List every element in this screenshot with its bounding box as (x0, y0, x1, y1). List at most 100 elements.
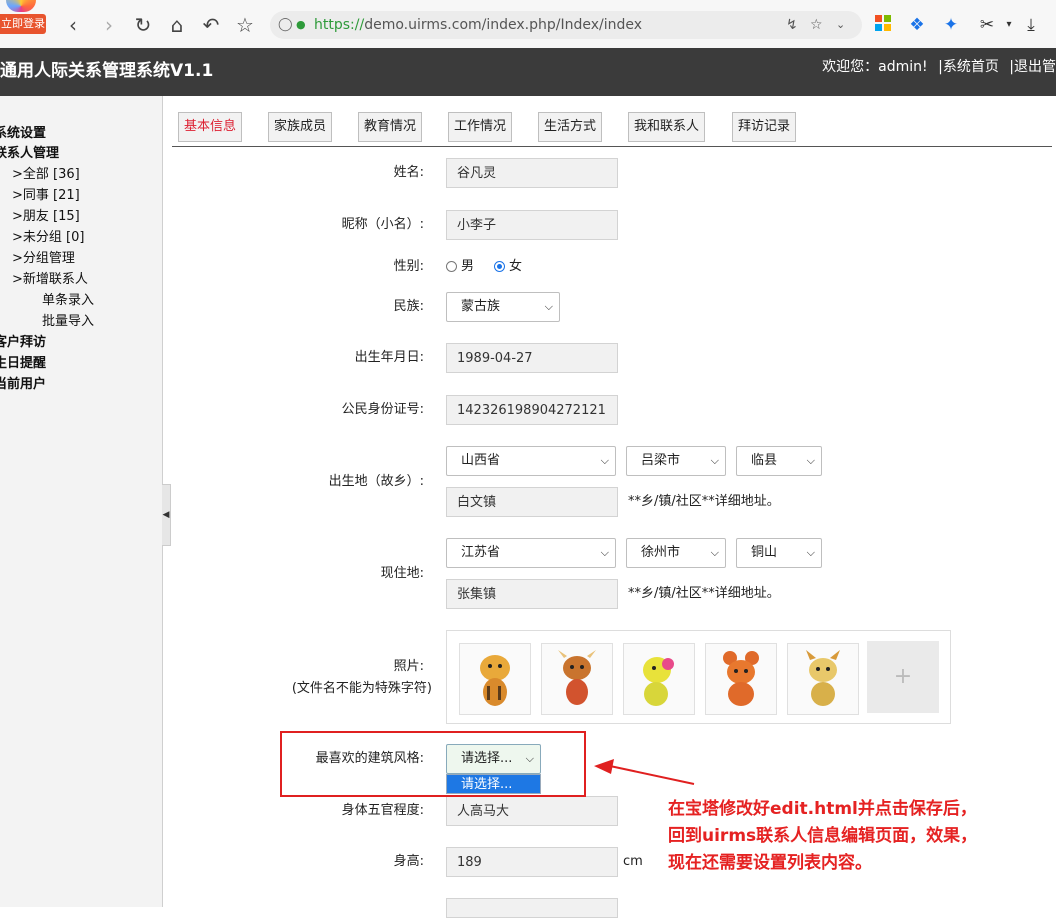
photo-gallery: + (446, 630, 951, 724)
ethnic-label: 民族: (393, 299, 424, 314)
sidebar-item-system-settings[interactable]: 系统设置 (0, 124, 46, 144)
birth-province-select[interactable]: 山西省 ⌵ (446, 446, 616, 476)
nickname-label: 昵称（小名）: (341, 217, 424, 232)
reload-icon[interactable]: ↻ (130, 12, 156, 38)
name-field[interactable]: 谷凡灵 (446, 158, 618, 188)
favorite-star-icon[interactable]: ☆ (232, 12, 258, 38)
height-unit: cm (623, 854, 643, 869)
birthday-label: 出生年月日: (354, 350, 424, 365)
browser-toolbar: 立即登录 ‹ › ↻ ⌂ ↶ ☆ ◯ ● https://demo.uirms.… (0, 0, 1056, 49)
header-user-area: 欢迎您：admin! |系统首页 |退出管 (816, 48, 1056, 86)
chevron-down-icon: ⌵ (806, 454, 815, 467)
photo-thumbnail[interactable] (459, 643, 531, 715)
sidebar-item-friends[interactable]: >朋友 [15] (12, 207, 80, 227)
sidebar-item-current-user[interactable]: 当前用户 (0, 375, 46, 395)
tab-education[interactable]: 教育情况 (358, 112, 423, 142)
chevron-down-icon: ⌵ (710, 546, 719, 559)
birthday-field[interactable]: 1989-04-27 (446, 343, 618, 373)
translate-icon[interactable]: ❖ (906, 14, 928, 36)
tab-work[interactable]: 工作情况 (448, 112, 513, 142)
home-link[interactable]: |系统首页 (938, 59, 999, 75)
sidebar-item-ungrouped[interactable]: >未分组 [0] (12, 228, 84, 248)
sidebar-item-colleagues[interactable]: >同事 [21] (12, 186, 80, 206)
sidebar-item-add-contact[interactable]: >新增联系人 (12, 270, 88, 290)
sidebar-item-customer-visit[interactable]: 客户拜访 (0, 333, 46, 353)
lightning-icon[interactable]: ↯ (786, 11, 798, 39)
extensions-icon[interactable]: ✦ (940, 14, 962, 36)
photo-thumbnail[interactable] (541, 643, 613, 715)
browser-logo-icon (6, 0, 36, 12)
photo-thumbnail[interactable] (787, 643, 859, 715)
chevron-down-icon: ⌵ (544, 300, 553, 313)
app-title: 通用人际关系管理系统V1.1 (0, 61, 214, 81)
photo-label: 照片: (393, 659, 424, 674)
tab-lifestyle[interactable]: 生活方式 (538, 112, 603, 142)
home-icon[interactable]: ⌂ (164, 12, 190, 38)
highlight-box (280, 731, 586, 797)
photo-thumbnail[interactable] (705, 643, 777, 715)
sidebar-item-contacts[interactable]: 联系人管理 (0, 144, 59, 164)
sidebar-collapse-handle[interactable]: ◀ (162, 484, 171, 546)
res-county-select[interactable]: 铜山 ⌵ (736, 538, 822, 568)
annotation-note: 在宝塔修改好edit.html并点击保存后， 回到uirms联系人信息编辑页面，… (668, 796, 1038, 877)
birth-address-hint: **乡/镇/社区**详细地址。 (628, 494, 780, 509)
chevron-down-icon: ⌵ (600, 454, 609, 467)
annotation-arrow-icon (594, 759, 695, 785)
annotation-line: 现在还需要设置列表内容。 (668, 853, 872, 873)
annotation-line: 在宝塔修改好edit.html并点击保存后， (668, 799, 977, 819)
tab-relationship[interactable]: 我和联系人 (628, 112, 706, 142)
gender-female-radio[interactable]: 女 (494, 259, 522, 275)
sidebar-item-single-entry[interactable]: 单条录入 (42, 291, 94, 311)
app-header: 通用人际关系管理系统V1.1 欢迎您：admin! |系统首页 |退出管 (0, 48, 1056, 96)
login-badge-button[interactable]: 立即登录 (0, 14, 46, 34)
scissors-dropdown-icon[interactable]: ▾ (998, 14, 1020, 36)
bookmark-star-icon[interactable]: ☆ (810, 11, 823, 39)
chevron-down-icon: ⌵ (710, 454, 719, 467)
res-province-select[interactable]: 江苏省 ⌵ (446, 538, 616, 568)
radio-checked-icon (494, 261, 505, 272)
download-icon[interactable]: ⤓ (1020, 14, 1042, 36)
lock-icon: ● (296, 18, 306, 31)
next-field[interactable] (446, 898, 618, 918)
sidebar-item-birthday-reminder[interactable]: 生日提醒 (0, 354, 46, 374)
photo-thumbnail[interactable] (623, 643, 695, 715)
sidebar: 系统设置 联系人管理 >全部 [36] >同事 [21] >朋友 [15] >未… (0, 96, 163, 907)
ethnic-select[interactable]: 蒙古族 ⌵ (446, 292, 560, 322)
chevron-down-icon: ⌵ (600, 546, 609, 559)
nickname-field[interactable]: 小李子 (446, 210, 618, 240)
birth-town-field[interactable]: 白文镇 (446, 487, 618, 517)
body-label: 身体五官程度: (341, 803, 424, 818)
body-field[interactable]: 人高马大 (446, 796, 618, 826)
id-number-field[interactable]: 142326198904272121 (446, 395, 618, 425)
birth-county-select[interactable]: 临县 ⌵ (736, 446, 822, 476)
sidebar-item-group-manage[interactable]: >分组管理 (12, 249, 75, 269)
logout-link[interactable]: |退出管 (1009, 59, 1056, 75)
add-photo-button[interactable]: + (867, 641, 939, 713)
chevron-down-icon[interactable]: ⌄ (836, 11, 845, 39)
back-icon[interactable]: ‹ (60, 12, 86, 38)
res-town-field[interactable]: 张集镇 (446, 579, 618, 609)
undo-icon[interactable]: ↶ (198, 12, 224, 38)
res-city-select[interactable]: 徐州市 ⌵ (626, 538, 726, 568)
height-field[interactable]: 189 (446, 847, 618, 877)
address-bar[interactable]: ◯ ● https://demo.uirms.com/index.php/Ind… (270, 11, 862, 39)
gender-male-radio[interactable]: 男 (446, 259, 474, 275)
forward-icon[interactable]: › (96, 12, 122, 38)
residence-label: 现住地: (380, 566, 424, 581)
chevron-down-icon: ⌵ (806, 546, 815, 559)
shield-icon: ◯ (278, 17, 293, 32)
name-label: 姓名: (393, 165, 424, 180)
scissors-icon[interactable]: ✂ (976, 14, 998, 36)
birth-city-select[interactable]: 吕梁市 ⌵ (626, 446, 726, 476)
tab-family[interactable]: 家族成员 (268, 112, 333, 142)
tab-basic-info[interactable]: 基本信息 (178, 112, 243, 142)
annotation-line: 回到uirms联系人信息编辑页面，效果， (668, 826, 978, 846)
height-label: 身高: (393, 854, 424, 869)
id-number-label: 公民身份证号: (341, 402, 424, 417)
sidebar-item-batch-import[interactable]: 批量导入 (42, 312, 94, 332)
res-address-hint: **乡/镇/社区**详细地址。 (628, 586, 780, 601)
url-text: https://demo.uirms.com/index.php/Index/i… (314, 17, 643, 33)
apps-grid-icon[interactable] (872, 14, 894, 36)
sidebar-item-all[interactable]: >全部 [36] (12, 165, 80, 185)
tab-visit-records[interactable]: 拜访记录 (732, 112, 797, 142)
